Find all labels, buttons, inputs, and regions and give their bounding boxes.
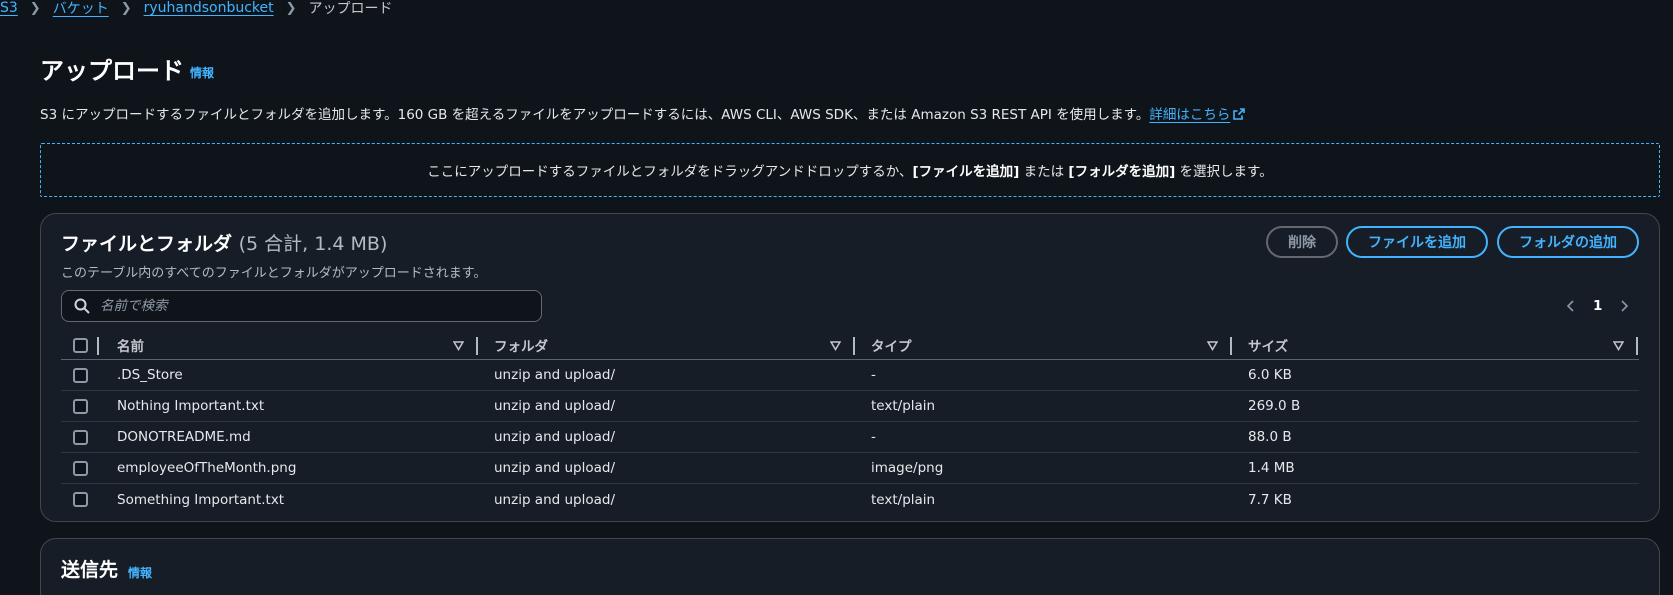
- column-divider[interactable]: [1636, 337, 1638, 355]
- table-row[interactable]: Nothing Important.txt unzip and upload/ …: [61, 391, 1639, 422]
- table-row[interactable]: .DS_Store unzip and upload/ - 6.0 KB: [61, 360, 1639, 391]
- pagination: 1: [1564, 296, 1631, 316]
- chevron-right-icon: ❯: [120, 0, 132, 16]
- files-panel-title-text: ファイルとフォルダ: [61, 233, 233, 255]
- row-check-cell: [73, 484, 91, 515]
- learn-more-label: 詳細はこちら: [1149, 107, 1231, 123]
- row-check-cell: [73, 422, 91, 452]
- row-check-cell: [73, 360, 91, 390]
- row-checkbox[interactable]: [73, 460, 88, 476]
- column-divider: [97, 337, 99, 355]
- breadcrumb-bucket[interactable]: ryuhandsonbucket: [144, 0, 274, 16]
- column-header-size[interactable]: サイズ: [1248, 331, 1288, 359]
- add-files-button[interactable]: ファイルを追加: [1346, 226, 1488, 258]
- file-type: -: [871, 429, 876, 445]
- sort-caret-icon[interactable]: [453, 340, 464, 351]
- drop-zone[interactable]: ここにアップロードするファイルとフォルダをドラッグアンドドロップするか、 [ファ…: [40, 143, 1660, 197]
- external-link-icon: [1233, 108, 1246, 120]
- file-name: .DS_Store: [117, 367, 183, 383]
- sort-caret-icon[interactable]: [1613, 340, 1624, 351]
- breadcrumb-s3[interactable]: S3: [0, 0, 18, 16]
- files-panel-subtitle: このテーブル内のすべてのファイルとフォルダがアップロードされます。: [61, 266, 487, 281]
- sort-caret-icon[interactable]: [830, 340, 841, 351]
- sort-caret-icon[interactable]: [1207, 340, 1218, 351]
- table-row[interactable]: Something Important.txt unzip and upload…: [61, 484, 1639, 515]
- drop-zone-middle: または: [1019, 164, 1069, 180]
- column-divider[interactable]: [476, 337, 478, 355]
- files-panel-title: ファイルとフォルダ (5 合計, 1.4 MB): [61, 229, 387, 256]
- file-name: Something Important.txt: [117, 491, 285, 508]
- breadcrumb-buckets[interactable]: バケット: [53, 0, 109, 18]
- file-type: text/plain: [871, 398, 936, 414]
- column-header-name[interactable]: 名前: [117, 331, 144, 359]
- row-checkbox[interactable]: [73, 492, 88, 507]
- page-number[interactable]: 1: [1593, 298, 1602, 314]
- file-name: employeeOfTheMonth.png: [117, 460, 297, 476]
- column-header-folder[interactable]: フォルダ: [494, 331, 548, 359]
- destination-title: 送信先: [61, 559, 119, 581]
- page-title: アップロード: [40, 57, 184, 85]
- column-header-type[interactable]: タイプ: [871, 331, 912, 359]
- file-type: image/png: [871, 460, 944, 476]
- table-header: 名前 フォルダ タイプ サイズ: [61, 331, 1639, 360]
- chevron-right-icon: ❯: [29, 0, 41, 16]
- chevron-right-icon[interactable]: [1617, 299, 1631, 313]
- table-row[interactable]: DONOTREADME.md unzip and upload/ - 88.0 …: [61, 422, 1639, 453]
- column-divider[interactable]: [853, 337, 855, 355]
- file-size: 1.4 MB: [1248, 460, 1295, 476]
- drop-zone-add-files: [ファイルを追加]: [912, 164, 1020, 180]
- select-all-cell: [73, 331, 91, 359]
- row-checkbox[interactable]: [73, 367, 88, 383]
- delete-button[interactable]: 削除: [1266, 226, 1338, 258]
- file-folder: unzip and upload/: [494, 398, 616, 414]
- file-name: DONOTREADME.md: [117, 429, 251, 445]
- drop-zone-text-after: を選択します。: [1175, 164, 1273, 180]
- file-folder: unzip and upload/: [494, 491, 616, 508]
- column-divider[interactable]: [1230, 337, 1232, 355]
- search-box: [61, 290, 542, 322]
- search-icon: [74, 298, 90, 314]
- title-info-link[interactable]: 情報: [190, 64, 214, 81]
- breadcrumb: S3 ❯ バケット ❯ ryuhandsonbucket ❯ アップロード: [0, 0, 393, 18]
- breadcrumb-current: アップロード: [308, 1, 393, 17]
- drop-zone-add-folder: [フォルダを追加]: [1068, 164, 1176, 180]
- description-text: S3 にアップロードするファイルとフォルダを追加します。160 GB を超えるフ…: [40, 107, 1150, 123]
- page-description: S3 にアップロードするファイルとフォルダを追加します。160 GB を超えるフ…: [40, 103, 1246, 123]
- learn-more-link[interactable]: 詳細はこちら: [1149, 107, 1246, 123]
- file-folder: unzip and upload/: [494, 429, 616, 445]
- chevron-left-icon[interactable]: [1564, 299, 1578, 313]
- add-folder-button[interactable]: フォルダの追加: [1497, 226, 1639, 258]
- row-check-cell: [73, 391, 91, 421]
- file-folder: unzip and upload/: [494, 367, 616, 383]
- row-checkbox[interactable]: [73, 398, 88, 414]
- file-size: 7.7 KB: [1248, 491, 1292, 508]
- destination-panel: [40, 538, 1660, 595]
- drop-zone-text-before: ここにアップロードするファイルとフォルダをドラッグアンドドロップするか、: [427, 164, 913, 180]
- file-type: -: [871, 367, 876, 383]
- table-row[interactable]: employeeOfTheMonth.png unzip and upload/…: [61, 453, 1639, 484]
- search-input[interactable]: [100, 298, 520, 314]
- file-name: Nothing Important.txt: [117, 398, 265, 414]
- destination-info-link[interactable]: 情報: [128, 564, 152, 581]
- files-count: (5 合計, 1.4 MB): [238, 233, 388, 255]
- file-size: 269.0 B: [1248, 398, 1301, 414]
- file-folder: unzip and upload/: [494, 460, 616, 476]
- chevron-right-icon: ❯: [285, 0, 297, 16]
- select-all-checkbox[interactable]: [73, 337, 88, 353]
- row-check-cell: [73, 453, 91, 483]
- files-table: 名前 フォルダ タイプ サイズ .DS_Store unzip and uplo…: [61, 331, 1639, 515]
- file-type: text/plain: [871, 491, 936, 508]
- file-size: 6.0 KB: [1248, 367, 1292, 383]
- file-size: 88.0 B: [1248, 429, 1292, 445]
- row-checkbox[interactable]: [73, 429, 88, 445]
